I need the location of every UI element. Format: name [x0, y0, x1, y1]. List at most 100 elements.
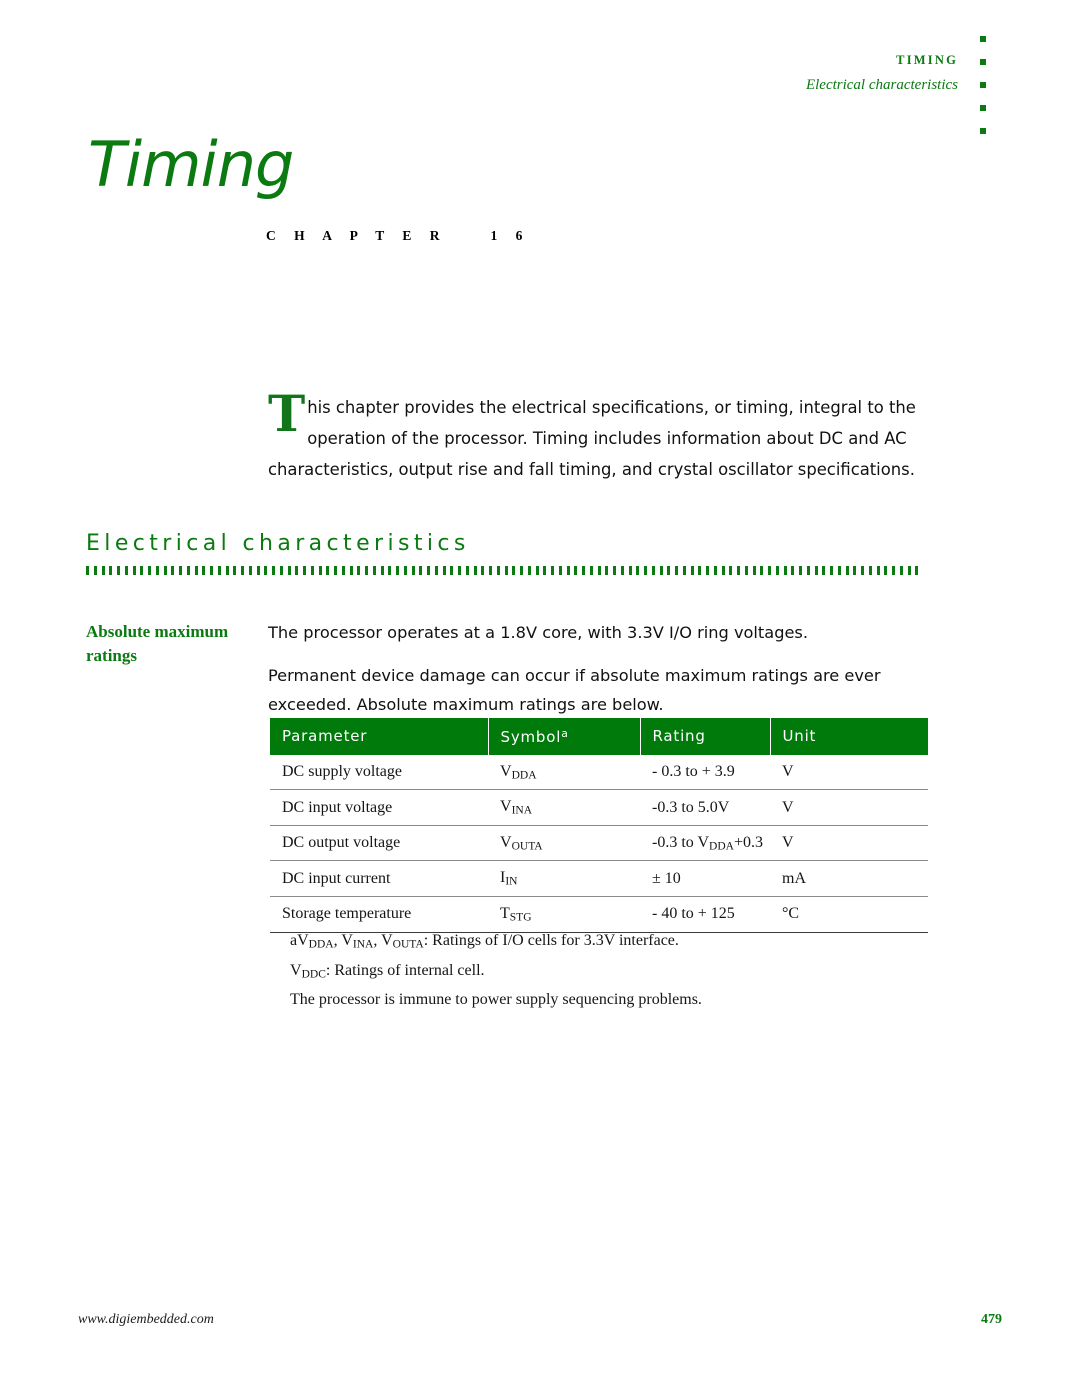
cell-parameter: DC output voltage [270, 825, 488, 862]
rule-dot [496, 566, 500, 575]
subscript: INA [352, 938, 374, 951]
rule-dot [194, 566, 198, 575]
side-note-label: Absolute maximum ratings [86, 622, 229, 665]
rule-dot [256, 566, 260, 575]
rule-dot [837, 566, 841, 575]
page-title: Timing [88, 128, 294, 201]
rule-dot [334, 566, 337, 575]
rule-dot [148, 566, 151, 575]
rule-dot [551, 566, 554, 575]
intro-dropcap: T [268, 384, 306, 443]
rule-dot [651, 566, 655, 575]
rule-dot [179, 566, 182, 575]
rule-dot [589, 566, 593, 575]
body-paragraph-2: Permanent device damage can occur if abs… [268, 666, 881, 714]
cell-unit: V [770, 754, 928, 791]
rule-dot [752, 566, 756, 575]
rule-dot [202, 566, 206, 575]
section-heading: Electrical characteristics [86, 531, 470, 556]
rule-dot [527, 566, 531, 575]
rule-dot [349, 566, 353, 575]
table-header-cell: Symbola [488, 718, 641, 755]
subscript: STG [509, 911, 532, 924]
rule-dot [186, 566, 190, 575]
rule-dot [814, 566, 818, 575]
cell-symbol: VOUTA [488, 825, 640, 862]
subscript: DDA [709, 840, 734, 853]
rule-dot [675, 566, 678, 575]
rule-dot [706, 566, 709, 575]
rule-dot [783, 566, 787, 575]
rule-dot [558, 566, 562, 575]
footer-page-number: 479 [981, 1312, 1002, 1327]
rule-dot [605, 566, 609, 575]
rule-dot [876, 566, 880, 575]
table-row: Storage temperature TSTG - 40 to + 125 °C [270, 896, 928, 933]
table-header-footnote-marker: a [561, 727, 569, 740]
rule-dot [535, 566, 539, 575]
rule-dot [744, 566, 748, 575]
rule-dot [791, 566, 795, 575]
body-paragraph-1: The processor operates at a 1.8V core, w… [268, 623, 809, 642]
header-dot-column [980, 36, 988, 151]
rule-dot [225, 566, 229, 575]
table-header-cell: Rating [640, 718, 771, 755]
rule-dot [396, 566, 399, 575]
rule-dot [248, 566, 252, 575]
chapter-label: C H A P T E R 1 6 [266, 228, 530, 243]
rule-dot [210, 566, 213, 575]
rule-dot [450, 566, 454, 575]
rule-dot [341, 566, 345, 575]
rule-dot [899, 566, 903, 575]
cell-parameter: DC input current [270, 860, 488, 897]
rule-dot [512, 566, 516, 575]
cell-parameter: DC supply voltage [270, 754, 488, 791]
cell-symbol: IIN [488, 860, 640, 897]
cell-symbol: VDDA [488, 754, 640, 791]
subscript: OUTA [511, 840, 543, 853]
cell-rating: ± 10 [640, 860, 770, 897]
rule-dot [481, 566, 485, 575]
cell-parameter: DC input voltage [270, 789, 488, 826]
rule-dot [411, 566, 415, 575]
rule-dot [86, 566, 89, 575]
rule-dot [434, 566, 438, 575]
header-dot [980, 128, 986, 134]
table-header-cell: Unit [770, 718, 928, 755]
rule-dot [636, 566, 640, 575]
table-body: DC supply voltage VDDA - 0.3 to + 3.9 V DC i… [270, 754, 928, 933]
cell-symbol: TSTG [488, 896, 640, 933]
footnote-line-1: aVDDA, VINA, VOUTA: Ratings of I/O cells… [290, 932, 679, 951]
table-header-cell: Parameter [270, 718, 489, 755]
rule-dot [620, 566, 624, 575]
rule-dot [93, 566, 97, 575]
header-dot [980, 105, 986, 111]
rule-dot [264, 566, 268, 575]
header-dot [980, 82, 986, 88]
footnote-line-2: VDDC: Ratings of internal cell. [290, 961, 485, 981]
cell-parameter: Storage temperature [270, 896, 488, 933]
rule-dot [217, 566, 221, 575]
cell-rating: - 40 to + 125 [640, 896, 770, 933]
running-header: TIMING Electrical characteristics [806, 52, 958, 95]
running-header-chapter: TIMING [896, 53, 958, 67]
rule-dot [117, 566, 120, 575]
rule-dot [489, 566, 492, 575]
rule-dot [574, 566, 578, 575]
rule-dot [132, 566, 136, 575]
rule-dot [101, 566, 105, 575]
rule-dot [628, 566, 632, 575]
rule-dot [868, 566, 872, 575]
cell-symbol: VINA [488, 789, 640, 826]
table-row: DC supply voltage VDDA - 0.3 to + 3.9 V [270, 754, 928, 791]
rule-dot [163, 566, 167, 575]
cell-unit: °C [770, 896, 928, 933]
rule-dot [644, 566, 647, 575]
cell-rating: -0.3 to 5.0V [640, 789, 770, 826]
subscript: DDC [301, 968, 326, 981]
rule-dot [279, 566, 283, 575]
rule-dot [737, 566, 740, 575]
cell-rating: - 0.3 to + 3.9 [640, 754, 770, 791]
rule-dot [403, 566, 407, 575]
rule-dot [310, 566, 314, 575]
